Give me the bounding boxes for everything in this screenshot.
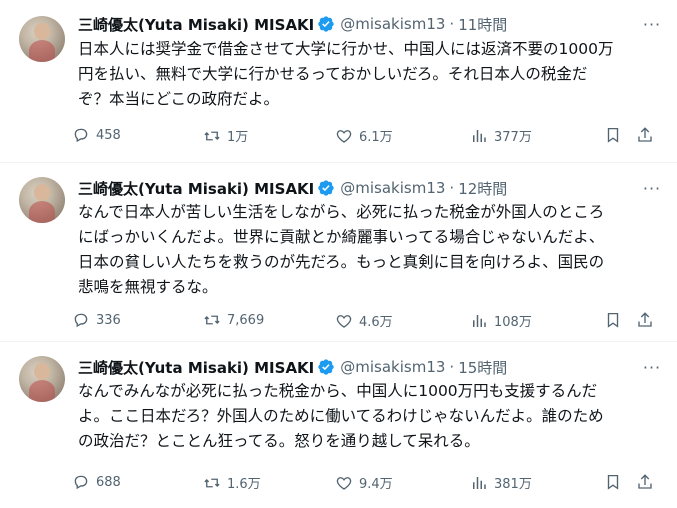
reply-icon [74, 475, 88, 490]
reply-button[interactable]: 458 [72, 126, 121, 144]
views-count: 381万 [494, 477, 532, 492]
more-options-icon[interactable]: ··· [641, 178, 663, 198]
heart-icon [336, 129, 352, 143]
reply-icon [74, 313, 88, 328]
separator-dot: · [449, 358, 455, 376]
bookmark-button[interactable] [604, 126, 622, 144]
action-bar: 336 7,669 4.6万 108万 [72, 311, 667, 331]
tweet-feed: 三崎優太(Yuta Misaki) MISAKI @misakism13 · 1… [0, 0, 677, 508]
retweet-icon [204, 131, 220, 140]
verified-badge-icon [318, 180, 334, 196]
views-chart-icon [473, 476, 486, 489]
share-icon [638, 474, 652, 489]
reply-icon [74, 128, 88, 143]
share-button[interactable] [636, 473, 654, 491]
tweet-header: 三崎優太(Yuta Misaki) MISAKI @misakism13 · 1… [78, 13, 507, 35]
share-icon [638, 127, 652, 142]
tweet-text: なんで日本人が苦しい生活をしながら、必死に払った税金が外国人のところ にばっかい… [78, 203, 605, 296]
retweet-button[interactable]: 1.6万 [203, 473, 261, 492]
avatar[interactable] [19, 356, 65, 402]
views-count: 377万 [494, 130, 532, 145]
verified-badge-icon [318, 359, 334, 375]
retweet-count: 1.6万 [227, 477, 261, 492]
avatar[interactable] [19, 16, 65, 62]
heart-icon [336, 476, 352, 490]
bookmark-icon [607, 474, 619, 490]
views-chart-icon [473, 129, 486, 142]
like-count: 6.1万 [359, 130, 393, 145]
share-button[interactable] [636, 311, 654, 329]
like-count: 4.6万 [359, 315, 393, 330]
tweet[interactable]: 三崎優太(Yuta Misaki) MISAKI @misakism13 · 1… [0, 0, 677, 163]
like-count: 9.4万 [359, 477, 393, 492]
separator-dot: · [449, 179, 455, 197]
like-button[interactable]: 4.6万 [335, 311, 393, 330]
retweet-count: 7,669 [227, 312, 265, 328]
tweet[interactable]: 三崎優太(Yuta Misaki) MISAKI @misakism13 · 1… [0, 163, 677, 342]
tweet-text: 日本人には奨学金で借金させて大学に行かせ、中国人には返済不要の1000万 円を払… [78, 40, 614, 108]
display-name[interactable]: 三崎優太(Yuta Misaki) MISAKI [78, 178, 314, 199]
share-icon [638, 312, 652, 327]
tweet[interactable]: 三崎優太(Yuta Misaki) MISAKI @misakism13 · 1… [0, 342, 677, 508]
action-bar: 458 1万 6.1万 377万 [72, 126, 667, 146]
views-count: 108万 [494, 315, 532, 330]
bookmark-icon [607, 312, 619, 328]
timestamp[interactable]: 11時間 [458, 14, 507, 35]
retweet-button[interactable]: 7,669 [203, 311, 264, 329]
more-options-icon[interactable]: ··· [641, 357, 663, 377]
bookmark-button[interactable] [604, 473, 622, 491]
avatar[interactable] [19, 177, 65, 223]
handle[interactable]: @misakism13 [340, 358, 445, 376]
bookmark-button[interactable] [604, 311, 622, 329]
timestamp[interactable]: 15時間 [458, 357, 507, 378]
retweet-icon [204, 478, 220, 487]
tweet-header: 三崎優太(Yuta Misaki) MISAKI @misakism13 · 1… [78, 177, 507, 199]
views-button[interactable]: 377万 [470, 126, 532, 145]
reply-button[interactable]: 688 [72, 473, 121, 491]
heart-icon [336, 314, 352, 328]
more-options-icon[interactable]: ··· [641, 14, 663, 34]
action-bar: 688 1.6万 9.4万 381万 [72, 473, 667, 493]
verified-badge-icon [318, 16, 334, 32]
retweet-button[interactable]: 1万 [203, 126, 248, 145]
tweet-text: なんでみんなが必死に払った税金から、中国人に1000万円も支援するんだ よ。ここ… [78, 382, 604, 450]
reply-button[interactable]: 336 [72, 311, 121, 329]
timestamp[interactable]: 12時間 [458, 178, 507, 199]
retweet-count: 1万 [227, 130, 249, 145]
share-button[interactable] [636, 126, 654, 144]
like-button[interactable]: 6.1万 [335, 126, 393, 145]
views-chart-icon [473, 314, 486, 327]
like-button[interactable]: 9.4万 [335, 473, 393, 492]
handle[interactable]: @misakism13 [340, 15, 445, 33]
reply-count: 336 [96, 312, 121, 328]
display-name[interactable]: 三崎優太(Yuta Misaki) MISAKI [78, 14, 314, 35]
bookmark-icon [607, 127, 619, 143]
tweet-header: 三崎優太(Yuta Misaki) MISAKI @misakism13 · 1… [78, 356, 507, 378]
display-name[interactable]: 三崎優太(Yuta Misaki) MISAKI [78, 357, 314, 378]
separator-dot: · [449, 15, 455, 33]
reply-count: 458 [96, 127, 121, 143]
retweet-icon [204, 315, 220, 325]
reply-count: 688 [96, 474, 121, 490]
views-button[interactable]: 381万 [470, 473, 532, 492]
handle[interactable]: @misakism13 [340, 179, 445, 197]
views-button[interactable]: 108万 [470, 311, 532, 330]
